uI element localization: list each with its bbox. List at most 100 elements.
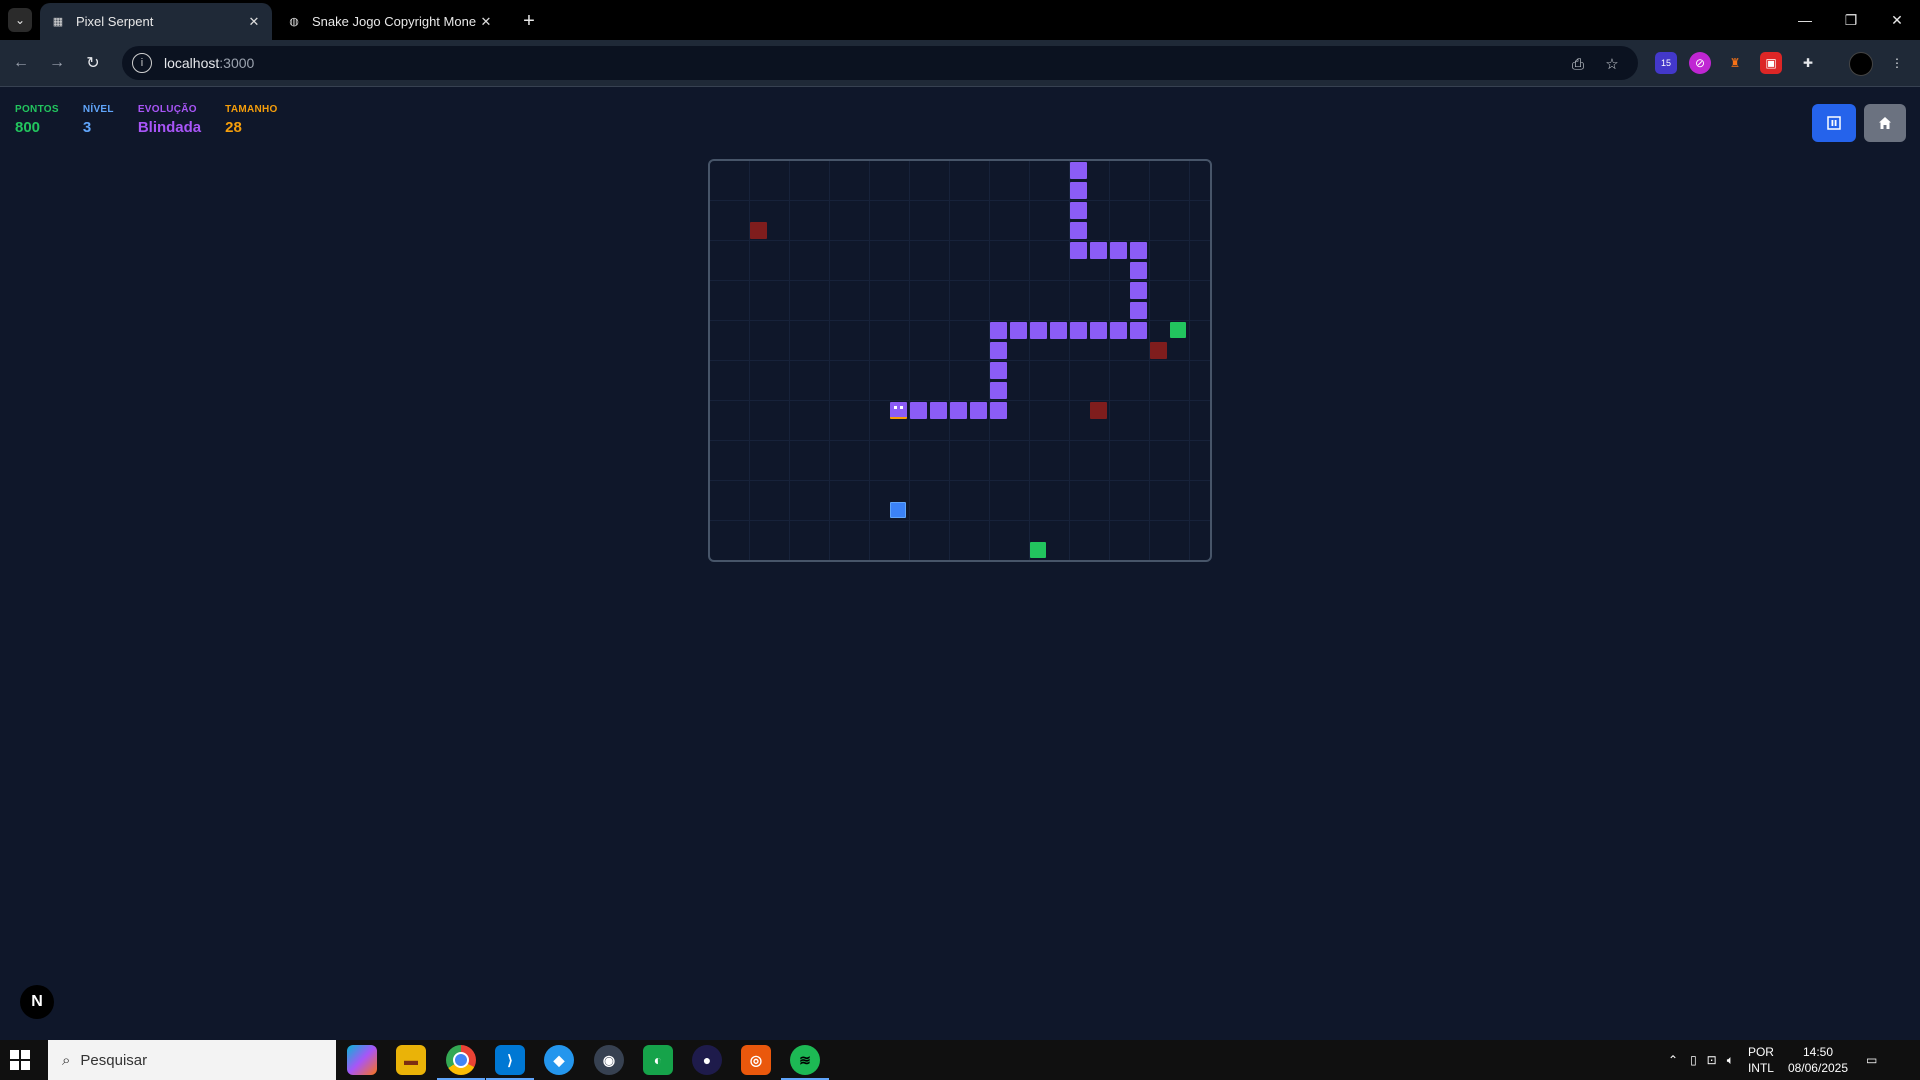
chrome-app-icon[interactable] xyxy=(446,1045,476,1075)
snake-segment xyxy=(910,402,927,419)
ubuntu-app-icon[interactable]: ◎ xyxy=(741,1045,771,1075)
size-value: 28 xyxy=(225,119,242,136)
food-item xyxy=(1170,322,1186,338)
restore-icon[interactable]: ❐ xyxy=(1828,0,1874,40)
minimize-icon[interactable]: — xyxy=(1782,0,1828,40)
snake-eye xyxy=(900,406,903,409)
file-explorer-icon[interactable]: ▬ xyxy=(396,1045,426,1075)
clock-time: 14:50 xyxy=(1802,1045,1833,1059)
level-label: NÍVEL xyxy=(82,104,114,115)
lang-code: POR xyxy=(1747,1045,1774,1059)
extension-compass-icon[interactable]: ⊘ xyxy=(1689,52,1711,74)
snake-segment xyxy=(990,382,1007,399)
snake-segment xyxy=(1110,242,1127,259)
close-window-icon[interactable]: ✕ xyxy=(1874,0,1920,40)
snake-segment xyxy=(1070,162,1087,179)
address-bar[interactable]: i localhost:3000 ⎙ ☆ xyxy=(122,46,1638,80)
snake-head xyxy=(890,402,907,419)
snake-segment xyxy=(1070,322,1087,339)
reload-icon[interactable]: ↻ xyxy=(80,50,106,76)
extensions-puzzle-icon[interactable]: ✚ xyxy=(1797,52,1819,74)
volume-icon[interactable]: 🔈︎ xyxy=(1727,1053,1734,1068)
snake-segment xyxy=(990,402,1007,419)
tab-title: Pixel Serpent xyxy=(76,14,154,29)
input-language[interactable]: POR INTL xyxy=(1748,1044,1774,1076)
snake-segment xyxy=(1050,322,1067,339)
taskbar-search[interactable]: ⌕ Pesquisar xyxy=(48,1040,336,1080)
snake-segment xyxy=(1090,322,1107,339)
snake-segment xyxy=(1110,322,1127,339)
back-arrow-icon[interactable]: ← xyxy=(8,50,34,76)
game-board[interactable] xyxy=(708,159,1212,562)
browser-toolbar: ← → ↻ i localhost:3000 ⎙ ☆ xyxy=(0,40,1920,87)
clock[interactable]: 14:50 08/06/2025 xyxy=(1788,1044,1848,1076)
snake-segment xyxy=(990,362,1007,379)
evolution-label: EVOLUÇÃO xyxy=(137,104,197,115)
snake-segment xyxy=(1130,262,1147,279)
points-label: PONTOS xyxy=(15,104,59,115)
windows-taskbar: ⌕ Pesquisar ▬ ⟩ ◆ ◉ ◐ ● ◎ ≋ ⌃ ▯ ⊡ 🔈︎ POR… xyxy=(0,1040,1920,1080)
page-favicon-icon: ▦ xyxy=(52,16,64,28)
network-icon[interactable]: ⊡ xyxy=(1707,1053,1717,1067)
notifications-icon[interactable]: ▭ xyxy=(1866,1053,1877,1067)
spotify-app-icon[interactable]: ≋ xyxy=(790,1045,820,1075)
extension-badge-count: 15 xyxy=(1660,58,1671,68)
nextjs-dev-badge[interactable]: N xyxy=(20,985,54,1019)
forward-arrow-icon[interactable]: → xyxy=(44,50,70,76)
eclipse-app-icon[interactable]: ● xyxy=(692,1045,722,1075)
snake-segment xyxy=(990,322,1007,339)
snake-segment xyxy=(1070,222,1087,239)
tab-snake-jogo[interactable]: ◍ Snake Jogo Copyright Monetiza ✕ xyxy=(276,3,504,40)
snake-segment xyxy=(930,402,947,419)
food-item xyxy=(1030,542,1046,558)
obstacle-block xyxy=(1090,402,1107,419)
snake-segment xyxy=(1130,302,1147,319)
level-value: 3 xyxy=(82,119,92,136)
size-label: TAMANHO xyxy=(225,104,278,115)
vscode-app-icon[interactable]: ⟩ xyxy=(495,1045,525,1075)
level-stat: NÍVEL 3 xyxy=(83,104,114,136)
tab-search-button[interactable]: ⌄ xyxy=(8,8,32,32)
new-tab-button[interactable]: + xyxy=(516,8,542,34)
browser-menu-icon[interactable]: ⋮ xyxy=(1886,52,1908,74)
green-app-icon[interactable]: ◐ xyxy=(643,1045,673,1075)
obstacle-block xyxy=(1150,342,1167,359)
powerup-item xyxy=(890,502,906,518)
points-stat: PONTOS 800 xyxy=(15,104,59,136)
bookmark-star-icon[interactable]: ☆ xyxy=(1602,54,1622,74)
snake-segment xyxy=(1030,322,1047,339)
extension-badge-icon[interactable]: 15 xyxy=(1655,52,1677,74)
snake-segment xyxy=(1070,182,1087,199)
site-info-icon[interactable]: i xyxy=(132,53,152,73)
search-placeholder: Pesquisar xyxy=(80,1051,148,1069)
snake-segment xyxy=(950,402,967,419)
docker-app-icon[interactable]: ◆ xyxy=(544,1045,574,1075)
tray-device-icon[interactable]: ▯ xyxy=(1690,1053,1697,1067)
install-app-icon[interactable]: ⎙ xyxy=(1568,54,1588,74)
snake-segment xyxy=(1090,242,1107,259)
snake-segment xyxy=(1130,282,1147,299)
game-hud: PONTOS 800 NÍVEL 3 EVOLUÇÃO Blindada TAM… xyxy=(15,104,278,136)
close-tab-icon[interactable]: ✕ xyxy=(244,12,264,32)
extension-flame-icon[interactable]: ♜ xyxy=(1724,52,1746,74)
url-text: localhost:3000 xyxy=(164,55,255,71)
home-icon xyxy=(1879,117,1891,129)
lang-layout: INTL xyxy=(1747,1061,1774,1075)
home-button[interactable] xyxy=(1864,104,1906,142)
profile-avatar[interactable] xyxy=(1849,52,1873,76)
windows-start-icon[interactable] xyxy=(10,1050,30,1070)
close-tab-icon[interactable]: ✕ xyxy=(476,12,496,32)
search-icon: ⌕ xyxy=(62,1051,71,1069)
tab-title: Snake Jogo Copyright Monetiza xyxy=(312,14,476,29)
extension-gift-icon[interactable]: ▣ xyxy=(1760,52,1782,74)
obstacle-block xyxy=(750,222,767,239)
snake-segment xyxy=(970,402,987,419)
github-desktop-icon[interactable]: ◉ xyxy=(594,1045,624,1075)
tab-pixel-serpent[interactable]: ▦ Pixel Serpent ✕ xyxy=(40,3,272,40)
tray-chevron-icon[interactable]: ⌃ xyxy=(1668,1053,1678,1067)
copilot-app-icon[interactable] xyxy=(347,1045,377,1075)
size-stat: TAMANHO 28 xyxy=(225,104,277,136)
evolution-stat: EVOLUÇÃO Blindada xyxy=(138,104,201,136)
points-value: 800 xyxy=(15,119,41,136)
pause-button[interactable] xyxy=(1812,104,1856,142)
